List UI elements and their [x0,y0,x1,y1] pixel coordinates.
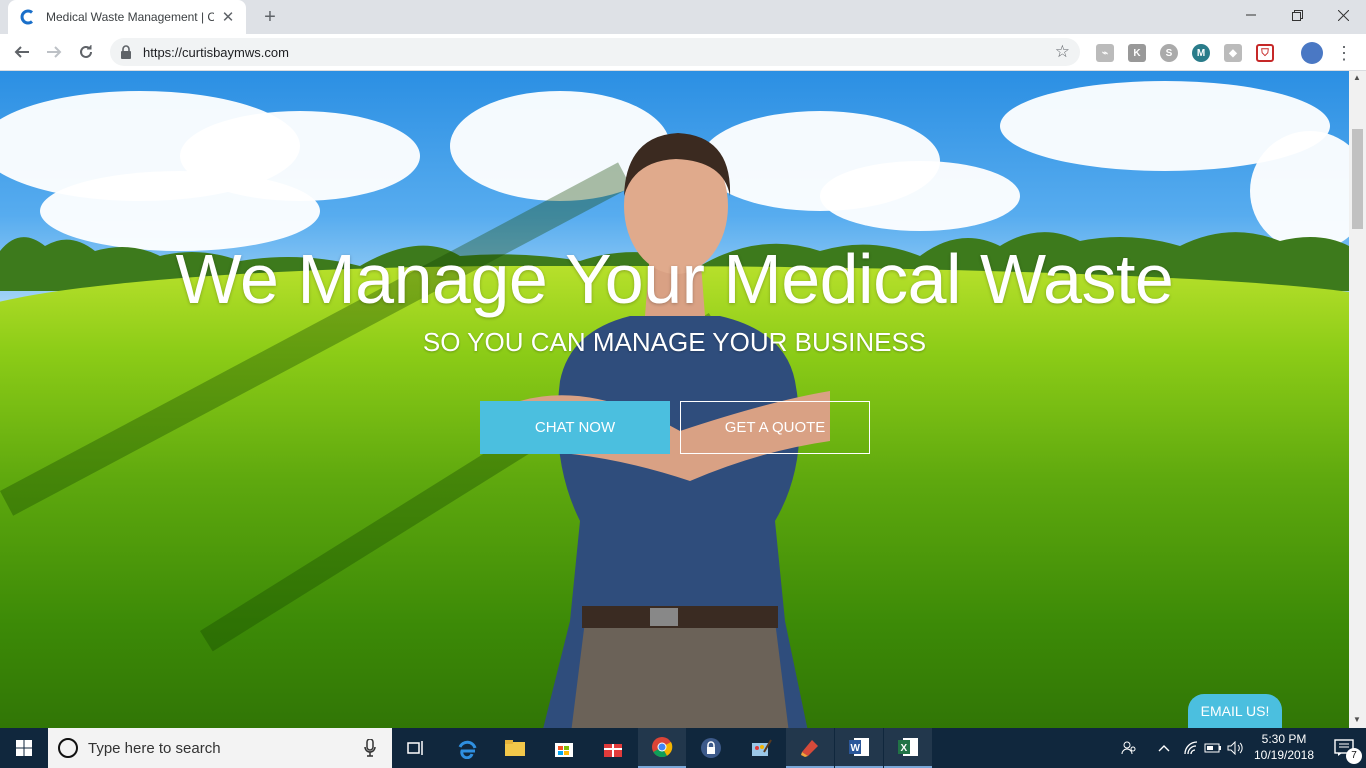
wifi-icon[interactable] [1180,728,1202,768]
people-icon[interactable] [1116,728,1142,768]
close-window-button[interactable] [1320,0,1366,30]
svg-text:W: W [851,743,861,754]
svg-text:X: X [901,743,908,754]
profile-avatar[interactable] [1301,42,1323,64]
forward-button[interactable] [40,38,68,66]
word-icon[interactable]: W [835,728,883,768]
chrome-icon[interactable] [638,728,686,768]
browser-menu-icon[interactable]: ⋮ [1334,42,1354,64]
restore-button[interactable] [1274,0,1320,30]
new-tab-button[interactable]: + [258,5,282,29]
scroll-up-icon[interactable]: ▲ [1353,73,1361,82]
notification-count-badge: 7 [1346,748,1362,764]
hero-subtitle: SO YOU CAN MANAGE YOUR BUSINESS [422,327,927,357]
extension-m-icon[interactable]: M [1192,44,1210,62]
url-text: https://curtisbaymws.com [143,44,289,60]
vpn-lock-icon[interactable] [687,728,735,768]
cleaner-app-icon[interactable] [786,728,834,768]
address-bar[interactable]: https://curtisbaymws.com ☆ [110,38,1080,66]
volume-icon[interactable] [1224,728,1246,768]
hero-title: We Manage Your Medical Waste [175,240,1174,318]
cortana-icon [58,738,78,758]
extension-pdf-icon[interactable]: ⌁ [1096,44,1114,62]
windows-logo-icon [16,740,32,756]
windows-taskbar: Type here to search W X 5:30 PM 10/19/20… [0,728,1366,768]
extension-skype-icon[interactable]: S [1160,44,1178,62]
tab-title: Medical Waste Management | Cu [46,10,214,24]
excel-icon[interactable]: X [884,728,932,768]
extension-k-icon[interactable]: K [1128,44,1146,62]
page-scrollbar[interactable]: ▲ ▼ [1349,71,1366,728]
task-view-icon[interactable] [392,728,440,768]
email-us-button[interactable]: EMAIL US! [1188,694,1282,728]
bookmark-star-icon[interactable]: ☆ [1055,42,1070,62]
microphone-icon[interactable] [364,739,378,757]
paint-app-icon[interactable] [737,728,785,768]
edge-browser-icon[interactable] [443,728,491,768]
get-a-quote-button[interactable]: GET A QUOTE [680,401,870,454]
extension-shield-icon[interactable]: ⛉ [1256,44,1274,62]
lock-icon [120,45,134,59]
minimize-button[interactable] [1228,0,1274,30]
reload-button[interactable] [72,38,100,66]
search-placeholder: Type here to search [88,739,221,757]
gift-app-icon[interactable] [589,728,637,768]
extension-puzzle-icon[interactable]: ◆ [1224,44,1242,62]
file-explorer-icon[interactable] [491,728,539,768]
taskbar-search-box[interactable]: Type here to search [48,728,392,768]
store-icon[interactable] [540,728,588,768]
start-button[interactable] [0,728,48,768]
site-favicon-icon [20,9,36,25]
browser-tab[interactable]: Medical Waste Management | Cu ✕ [8,0,246,34]
clock-time: 5:30 PM [1261,732,1307,746]
clock-date: 10/19/2018 [1253,748,1315,762]
show-hidden-icons-chevron-icon[interactable] [1152,728,1176,768]
scroll-thumb[interactable] [1352,129,1363,229]
browser-toolbar: https://curtisbaymws.com ☆ ⌁ K S M ◆ ⛉ ⋮ [0,34,1366,71]
scroll-down-icon[interactable]: ▼ [1353,715,1361,724]
chat-now-button[interactable]: CHAT NOW [480,401,670,454]
tab-close-icon[interactable]: ✕ [220,9,236,26]
page-hero: We Manage Your Medical Waste SO YOU CAN … [0,71,1349,728]
battery-icon[interactable] [1202,728,1224,768]
action-center-button[interactable]: 7 [1322,728,1366,768]
system-clock[interactable]: 5:30 PM 10/19/2018 [1246,731,1322,767]
back-button[interactable] [8,38,36,66]
tab-strip: Medical Waste Management | Cu ✕ + [0,0,1366,34]
